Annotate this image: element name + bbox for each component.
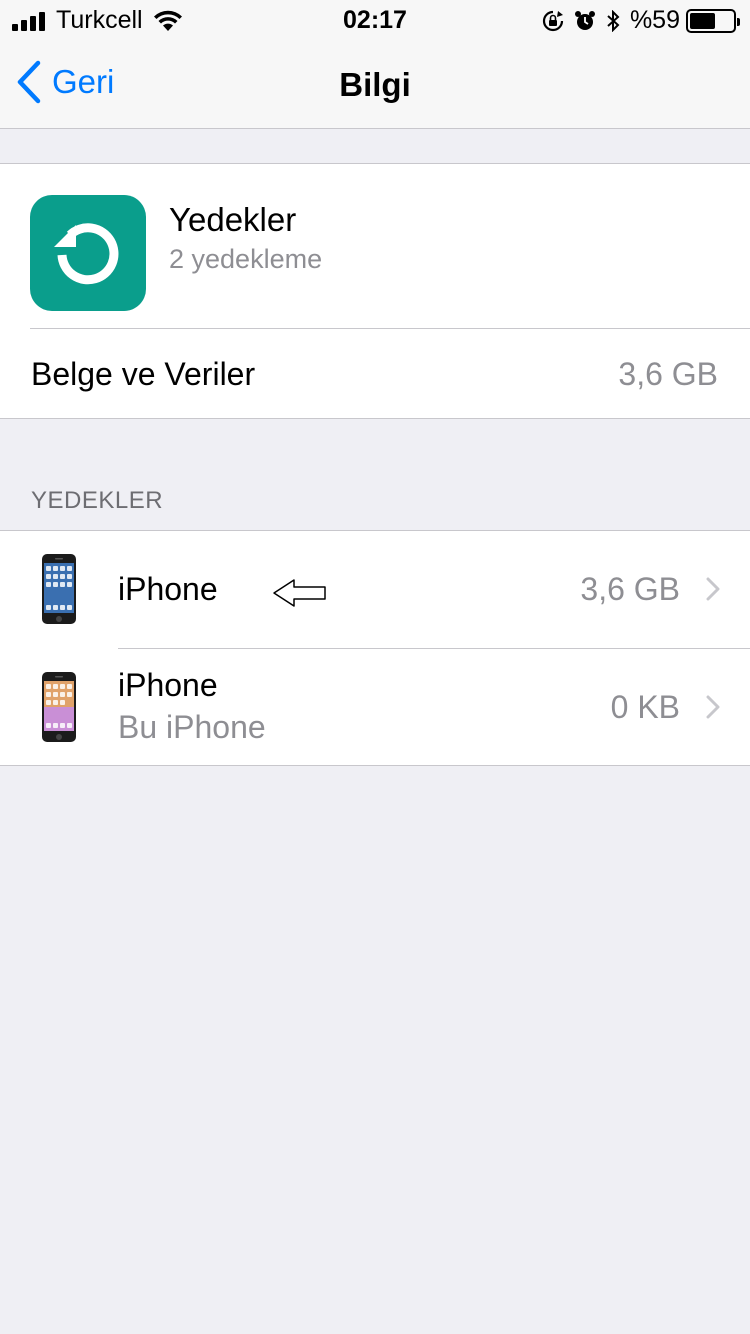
backup-title: iPhone [118,571,218,607]
navigation-bar: Geri Bilgi [0,40,750,129]
app-info-group: Yedekler 2 yedekleme Belge ve Veriler 3,… [0,163,750,419]
annotation-arrow-icon [273,579,326,607]
iphone-icon [42,672,76,742]
alarm-icon [574,10,595,30]
backup-size: 0 KB [610,689,680,725]
battery-percent: %59 [629,6,680,34]
chevron-right-icon [706,695,720,719]
bluetooth-icon [607,9,620,32]
status-right: %59 [532,6,740,35]
screen: Turkcell 02:17 %59 Geri Bilgi Yedekler 2… [0,0,750,1334]
backup-size: 3,6 GB [580,571,680,607]
backup-row-iphone-2[interactable]: iPhone Bu iPhone 0 KB [0,649,750,766]
iphone-icon [42,554,76,624]
backup-row-iphone-1[interactable]: iPhone 3,6 GB [0,531,750,648]
status-bar: Turkcell 02:17 %59 [0,0,750,40]
rotation-lock-icon [542,10,564,31]
documents-value: 3,6 GB [618,356,718,392]
backup-restore-icon [30,195,146,311]
battery-level-fill [690,12,715,29]
battery-icon [686,8,740,33]
app-header-row: Yedekler 2 yedekleme [0,164,750,329]
documents-data-row: Belge ve Veriler 3,6 GB [0,329,750,419]
backup-subtitle: Bu iPhone [118,709,266,745]
page-title: Bilgi [339,66,411,103]
backup-title: iPhone [118,667,218,703]
documents-label: Belge ve Veriler [31,356,256,392]
chevron-right-icon [706,577,720,601]
section-header-backups: YEDEKLER [31,487,164,514]
app-subtitle: 2 yedekleme [169,244,323,274]
restore-arrow-icon [54,223,119,285]
backups-list: iPhone 3,6 GB iPhone Bu iPhone 0 KB [0,530,750,766]
app-title: Yedekler [169,201,297,238]
